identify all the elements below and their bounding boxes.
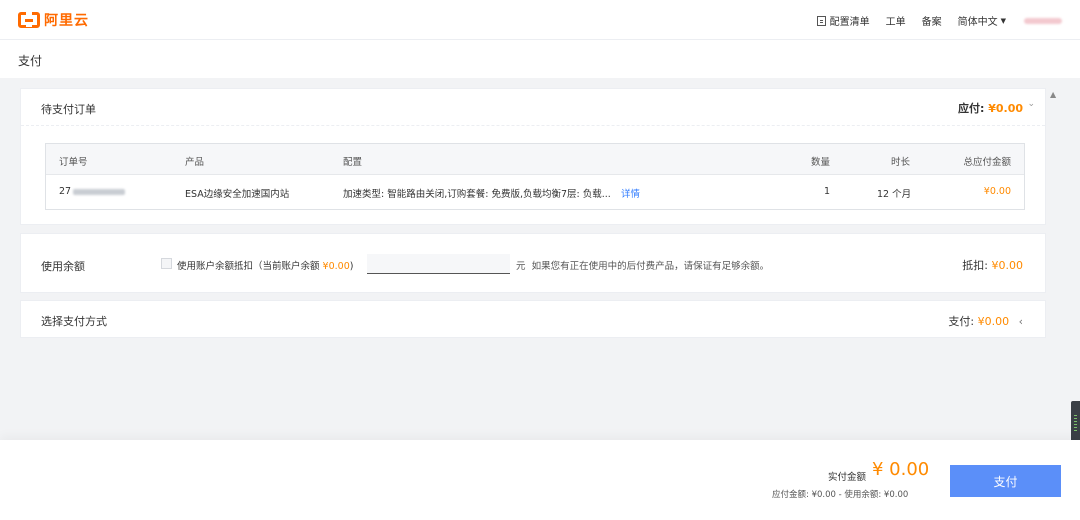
language-selector[interactable]: 简体中文 ▼ [957, 13, 1006, 29]
balance-title: 使用余额 [41, 260, 85, 273]
payable-summary: 应付: ¥0.00 [958, 100, 1023, 116]
use-balance-label: 使用账户余额抵扣（当前账户余额 ¥0.00) [177, 258, 353, 272]
product-cell: ESA边缘安全加速国内站 [185, 189, 290, 200]
balance-unit: 元 [516, 261, 526, 272]
divider [21, 125, 1045, 126]
col-duration: 时长 [891, 157, 911, 168]
pay-summary: 支付: ¥0.00 ‹ [948, 313, 1023, 329]
col-config: 配置 [343, 157, 363, 168]
payable-value: ¥0.00 [988, 102, 1023, 115]
deduct-value: ¥0.00 [991, 259, 1024, 272]
config-cell: 加速类型: 智能路由关闭,订购套餐: 免费版,负载均衡7层: 负载... [343, 189, 611, 200]
pay-button[interactable]: 支付 [950, 465, 1061, 497]
caret-down-icon: ▼ [1000, 16, 1006, 25]
duration-cell: 12 个月 [877, 189, 912, 200]
total-cell: ¥0.00 [983, 186, 1011, 197]
aliyun-logo[interactable]: 阿里云 [18, 10, 89, 30]
order-no-prefix: 27 [59, 186, 72, 197]
balance-hint-text: 如果您有正在使用中的后付费产品，请保证有足够余额。 [531, 261, 770, 272]
col-total: 总应付金额 [963, 157, 1011, 168]
payable-label: 应付: [957, 102, 985, 115]
config-list-label: 配置清单 [829, 17, 870, 28]
filing-link[interactable]: 备案 [922, 13, 942, 28]
payment-method-panel[interactable]: 选择支付方式 支付: ¥0.00 ‹ [20, 300, 1046, 338]
current-balance: ¥0.00 [322, 261, 350, 272]
balance-label-prefix: 使用账户余额抵扣（当前账户余额 [177, 261, 320, 272]
list-icon [816, 15, 826, 26]
balance-panel: 使用余额 使用账户余额抵扣（当前账户余额 ¥0.00) 元 如果您有正在使用中的… [20, 233, 1046, 293]
col-product: 产品 [185, 157, 205, 168]
page-title: 支付 [18, 54, 43, 68]
order-no-redacted [73, 188, 126, 195]
deduct-label: 抵扣: [962, 259, 988, 272]
detail-link[interactable]: 详情 [621, 186, 640, 200]
logo-text: 阿里云 [44, 13, 89, 29]
order-table: 订单号 产品 配置 数量 时长 总应付金额 27 ESA边缘安全加速国内站 加速… [45, 143, 1025, 210]
actual-amount-value: ¥ 0.00 [872, 459, 930, 480]
balance-amount-input[interactable] [367, 254, 510, 274]
aliyun-logo-icon [18, 11, 40, 28]
deduct-summary: 抵扣: ¥0.00 [962, 257, 1023, 273]
col-quantity: 数量 [811, 157, 831, 168]
use-balance-checkbox[interactable] [161, 258, 172, 269]
top-navbar: 阿里云 配置清单 工单 备案 简体中文 ▼ [0, 0, 1080, 40]
pay-value: ¥0.00 [977, 315, 1010, 328]
top-nav-links: 配置清单 工单 备案 简体中文 ▼ [801, 13, 1062, 28]
scroll-up-icon[interactable]: ▲ [1050, 90, 1056, 99]
order-no-cell: 27 [59, 186, 126, 197]
pending-orders-title: 待支付订单 [41, 103, 96, 116]
chevron-left-icon[interactable]: ‹ [1019, 315, 1023, 328]
config-list-link[interactable]: 配置清单 [816, 13, 870, 28]
page-title-bar: 支付 [0, 40, 1080, 78]
chevron-down-icon[interactable]: ⌄ [1027, 99, 1035, 109]
payment-footer: 实付金额 ¥ 0.00 应付金额: ¥0.00 - 使用余额: ¥0.00 支付 [0, 440, 1080, 520]
balance-hint: 元 如果您有正在使用中的后付费产品，请保证有足够余额。 [516, 258, 769, 272]
language-label: 简体中文 [957, 17, 998, 28]
pending-orders-panel: 待支付订单 应付: ¥0.00 ⌄ 订单号 产品 配置 数量 时长 总应付金额 … [20, 88, 1046, 225]
user-account-menu[interactable] [1024, 17, 1062, 24]
balance-label-suffix: ) [349, 261, 354, 272]
pay-label: 支付: [948, 315, 975, 328]
actual-amount-label: 实付金额 [828, 472, 867, 483]
ticket-link[interactable]: 工单 [886, 13, 906, 28]
amount-breakdown: 应付金额: ¥0.00 - 使用余额: ¥0.00 [772, 490, 909, 500]
payment-method-title: 选择支付方式 [41, 315, 107, 328]
col-order-no: 订单号 [59, 157, 88, 168]
quantity-cell: 1 [824, 186, 831, 197]
